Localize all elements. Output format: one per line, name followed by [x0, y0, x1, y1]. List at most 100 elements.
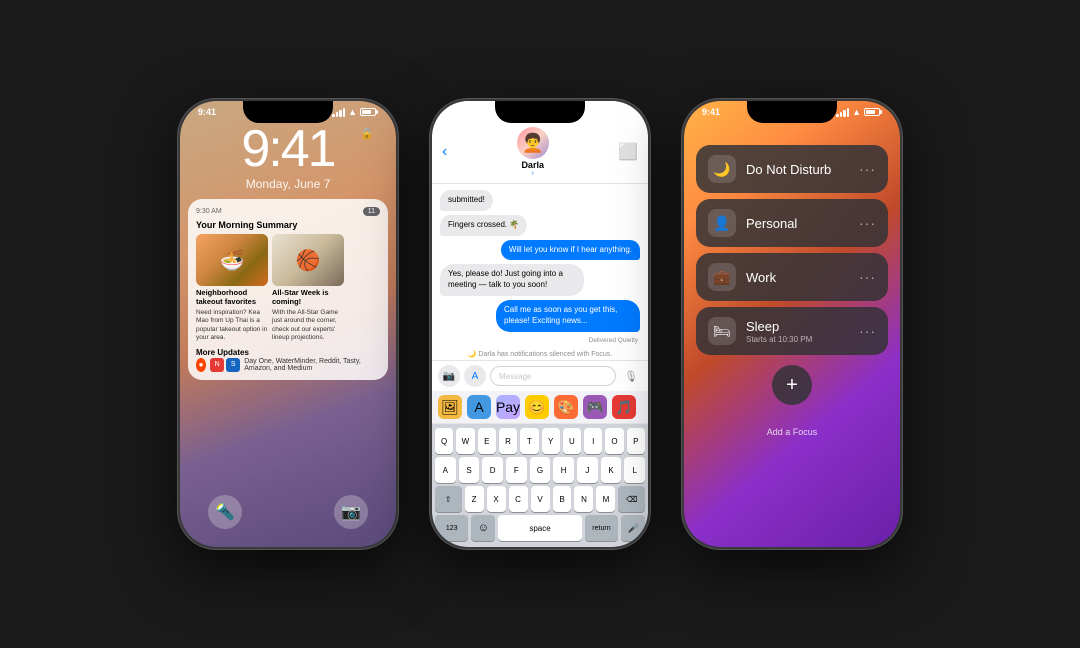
- video-call-button[interactable]: ⬜: [618, 142, 638, 162]
- sleep-text: Sleep Starts at 10:30 PM: [746, 319, 849, 344]
- messages-screen: ‹ 🧑‍🦱 Darla › ⬜ submitted! Fingers cross…: [432, 101, 648, 547]
- signal-bars-1: [332, 108, 345, 117]
- sleep-options-button[interactable]: ···: [859, 323, 876, 339]
- back-button[interactable]: ‹: [442, 143, 447, 161]
- news-icon-1: N: [210, 358, 224, 372]
- focus-item-sleep[interactable]: 🛏 Sleep Starts at 10:30 PM ···: [696, 307, 888, 355]
- sleep-name: Sleep: [746, 319, 849, 334]
- key-u[interactable]: U: [563, 428, 581, 454]
- app-strip: 🖼 A Pay 😊 🎨 🎮 🎵: [432, 391, 648, 424]
- focus-item-dnd[interactable]: 🌙 Do Not Disturb ···: [696, 145, 888, 193]
- message-input[interactable]: Message: [490, 366, 616, 386]
- contact-info[interactable]: 🧑‍🦱 Darla ›: [517, 127, 549, 177]
- key-b[interactable]: B: [553, 486, 572, 512]
- applepay-icon[interactable]: Pay: [496, 395, 520, 419]
- status-icons-3: ▲: [836, 107, 882, 117]
- number-key[interactable]: 123: [435, 515, 468, 541]
- add-focus-label: Add a Focus: [767, 427, 818, 437]
- key-n[interactable]: N: [574, 486, 593, 512]
- audio-input-button[interactable]: 🎙: [620, 365, 642, 387]
- key-x[interactable]: X: [487, 486, 506, 512]
- key-s[interactable]: S: [459, 457, 480, 483]
- key-q[interactable]: Q: [435, 428, 453, 454]
- key-r[interactable]: R: [499, 428, 517, 454]
- key-l[interactable]: L: [624, 457, 645, 483]
- dnd-text: Do Not Disturb: [746, 162, 849, 177]
- news-icons: N S: [210, 358, 240, 372]
- morning-summary-card[interactable]: 9:30 AM 11 Your Morning Summary 🍜 Neighb…: [188, 199, 388, 380]
- key-j[interactable]: J: [577, 457, 598, 483]
- stickers-icon[interactable]: 🎨: [554, 395, 578, 419]
- camera-button[interactable]: 📷: [334, 495, 368, 529]
- return-key[interactable]: return: [585, 515, 618, 541]
- memoji-icon[interactable]: 😊: [525, 395, 549, 419]
- work-name: Work: [746, 270, 849, 285]
- notif-title: Your Morning Summary: [196, 220, 380, 230]
- wifi-icon-3: ▲: [852, 107, 861, 117]
- key-e[interactable]: E: [478, 428, 496, 454]
- lock-icon: 🔒: [360, 127, 374, 140]
- personal-icon: 👤: [708, 209, 736, 237]
- key-y[interactable]: Y: [542, 428, 560, 454]
- dnd-icon: 🌙: [708, 155, 736, 183]
- bar-4: [343, 108, 346, 117]
- personal-options-button[interactable]: ···: [859, 215, 876, 231]
- gamecontroller-icon[interactable]: 🎮: [583, 395, 607, 419]
- key-i[interactable]: I: [584, 428, 602, 454]
- keyboard-row-3: ⇧ Z X C V B N M ⌫: [435, 486, 645, 512]
- key-v[interactable]: V: [531, 486, 550, 512]
- appstore-icon[interactable]: A: [467, 395, 491, 419]
- notif-item-1: 🍜 Neighborhood takeout favorites Need in…: [196, 234, 268, 343]
- photos-app-icon[interactable]: 🖼: [438, 395, 462, 419]
- key-w[interactable]: W: [456, 428, 474, 454]
- key-d[interactable]: D: [482, 457, 503, 483]
- apps-button[interactable]: A: [464, 365, 486, 387]
- key-c[interactable]: C: [509, 486, 528, 512]
- delete-key[interactable]: ⌫: [618, 486, 645, 512]
- status-time-1: 9:41: [198, 107, 216, 117]
- notif-item-2: 🏀 All-Star Week is coming! With the All-…: [272, 234, 344, 343]
- dnd-options-button[interactable]: ···: [859, 161, 876, 177]
- more-updates-row: ● N S Day One, WaterMinder, Reddit, Tast…: [196, 358, 380, 372]
- keyboard-row-2: A S D F G H J K L: [435, 457, 645, 483]
- lockscreen-bottom: 🔦 📷: [180, 495, 396, 529]
- sleep-subtitle: Starts at 10:30 PM: [746, 335, 849, 344]
- key-m[interactable]: M: [596, 486, 615, 512]
- status-time-3: 9:41: [702, 107, 720, 117]
- messages-body: submitted! Fingers crossed. 🌴 Will let y…: [432, 184, 648, 360]
- work-options-button[interactable]: ···: [859, 269, 876, 285]
- bar3-4: [847, 108, 850, 117]
- wifi-icon-1: ▲: [348, 107, 357, 117]
- key-g[interactable]: G: [530, 457, 551, 483]
- notif-header: 9:30 AM 11: [196, 207, 380, 216]
- key-k[interactable]: K: [601, 457, 622, 483]
- message-status: Delivered Quietly: [440, 337, 640, 344]
- phone-3-focus: 9:41 ▲: [682, 99, 902, 549]
- add-focus-button[interactable]: +: [772, 365, 812, 405]
- focus-screen: 9:41 ▲: [684, 101, 900, 547]
- message-bubble-0: submitted!: [440, 190, 493, 211]
- emoji-key[interactable]: ☺: [471, 515, 495, 541]
- key-o[interactable]: O: [605, 428, 623, 454]
- shift-key[interactable]: ⇧: [435, 486, 462, 512]
- key-f[interactable]: F: [506, 457, 527, 483]
- lockscreen-date: Monday, June 7: [180, 177, 396, 191]
- camera-attachment-button[interactable]: 📷: [438, 365, 460, 387]
- keyboard-row-1: Q W E R T Y U I O P: [435, 428, 645, 454]
- sports-image: 🏀: [272, 234, 344, 286]
- flashlight-button[interactable]: 🔦: [208, 495, 242, 529]
- space-key[interactable]: space: [498, 515, 582, 541]
- focus-item-personal[interactable]: 👤 Personal ···: [696, 199, 888, 247]
- signal-bars-3: [836, 108, 849, 117]
- focus-item-work[interactable]: 💼 Work ···: [696, 253, 888, 301]
- key-z[interactable]: Z: [465, 486, 484, 512]
- bar3-3: [843, 110, 846, 117]
- music-icon[interactable]: 🎵: [612, 395, 636, 419]
- work-text: Work: [746, 270, 849, 285]
- key-h[interactable]: H: [553, 457, 574, 483]
- key-a[interactable]: A: [435, 457, 456, 483]
- mic-key[interactable]: 🎤: [621, 515, 645, 541]
- key-p[interactable]: P: [627, 428, 645, 454]
- contact-name: Darla: [517, 160, 549, 170]
- key-t[interactable]: T: [520, 428, 538, 454]
